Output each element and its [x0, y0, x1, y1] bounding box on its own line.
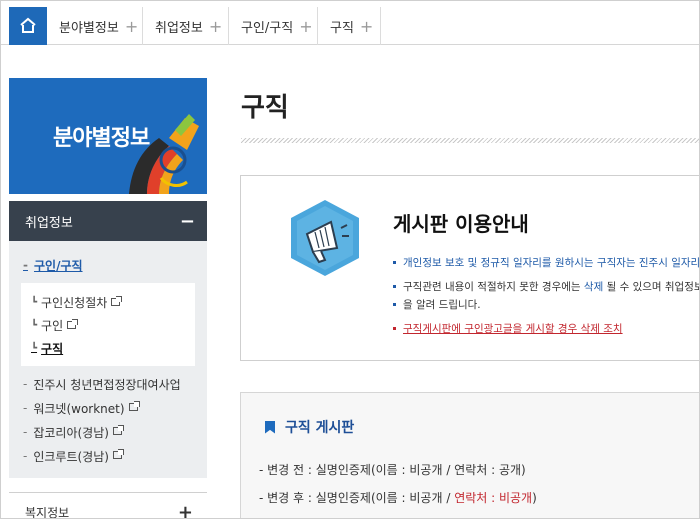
- tab-label: 구인/구직: [241, 20, 294, 36]
- sidebar-item-label: 인크루트(경남): [33, 449, 109, 464]
- guide-bullet-warning: 구직게시판에 구인광고글을 게시할 경우 삭제 조치: [403, 323, 623, 335]
- left-sidebar: 분야별정보 취업정보 − - 구인/구직 ┗ 구인신청절차 ┗ 구인 ┗ 구직 …: [9, 78, 207, 519]
- home-icon: [20, 17, 36, 33]
- expand-icon[interactable]: +: [178, 502, 193, 519]
- sidebar-item-recruit-jobseek[interactable]: - 구인/구직: [9, 253, 207, 277]
- new-window-icon: [112, 425, 124, 435]
- guide-bullet: 구직관련 내용이 적절하지 못한 경우에는 삭제 될 수 있으며 취업정보: [393, 278, 700, 296]
- sidebar-subitem-jobseek[interactable]: ┗ 구직: [21, 337, 195, 360]
- guide-bullet-list: 개인정보 보호 및 정규직 일자리를 원하시는 구직자는 진주시 일자리 구직관…: [393, 254, 700, 338]
- page-title: 구직: [241, 93, 289, 123]
- sidebar-item-incruit[interactable]: - 인크루트(경남): [9, 444, 207, 468]
- sidebar-item-label: 워크넷(worknet): [33, 401, 125, 416]
- sidebar-menu: - 구인/구직 ┗ 구인신청절차 ┗ 구인 ┗ 구직 - 진주시 청년면접정장대…: [9, 241, 207, 478]
- sidebar-section-title: 취업정보: [25, 215, 73, 231]
- guide-bullet-continuation: 을 알려 드립니다.: [393, 296, 699, 314]
- board-change-text: - 변경 후 : 실명인증제(이름 : 비공개 /: [259, 491, 455, 505]
- banner-title: 분야별정보: [53, 126, 150, 151]
- tab-jobseek[interactable]: 구직 +: [318, 7, 381, 45]
- tab-recruit-jobseek[interactable]: 구인/구직 +: [229, 7, 318, 45]
- bookmark-icon: [265, 420, 275, 434]
- megaphone-icon: [291, 200, 359, 276]
- dash-icon: -: [23, 258, 28, 272]
- corner-arrow-icon: ┗: [31, 343, 38, 354]
- sidebar-subitem-recruit-procedure[interactable]: ┗ 구인신청절차: [21, 291, 195, 314]
- guide-bullet-text: 개인정보 보호 및 정규직 일자리를 원하시는 구직자는 진주시 일자리: [403, 257, 700, 269]
- plus-icon[interactable]: +: [209, 17, 222, 36]
- board-guide-box: 게시판 이용안내 개인정보 보호 및 정규직 일자리를 원하시는 구직자는 진주…: [240, 175, 700, 361]
- board-change-highlight: 연락처 : 비공개: [454, 491, 533, 505]
- new-window-icon: [112, 449, 124, 459]
- board-title: 구직 게시판: [285, 420, 355, 436]
- corner-arrow-icon: ┗: [31, 297, 38, 308]
- sidebar-subitem-label: 구인신청절차: [41, 296, 108, 310]
- guide-bullet-highlight: 삭제: [583, 281, 604, 293]
- sidebar-footer-title: 복지정보: [25, 505, 70, 519]
- board-change-before: - 변경 전 : 실명인증제(이름 : 비공개 / 연락처 : 공개): [259, 463, 526, 477]
- guide-bullet: 구직게시판에 구인광고글을 게시할 경우 삭제 조치: [393, 320, 699, 338]
- plus-icon[interactable]: +: [125, 17, 138, 36]
- sidebar-item-jobkorea[interactable]: - 잡코리아(경남): [9, 420, 207, 444]
- sidebar-item-label: 잡코리아(경남): [33, 425, 109, 440]
- sidebar-subitem-recruit[interactable]: ┗ 구인: [21, 314, 195, 337]
- guide-title: 게시판 이용안내: [393, 212, 529, 236]
- dash-icon: -: [23, 377, 28, 391]
- sidebar-submenu: ┗ 구인신청절차 ┗ 구인 ┗ 구직: [21, 283, 195, 366]
- dash-icon: -: [23, 449, 28, 463]
- sidebar-item-welfare[interactable]: 복지정보 +: [9, 492, 207, 519]
- top-navigation: 분야별정보 + 취업정보 + 구인/구직 + 구직 +: [1, 1, 699, 45]
- sidebar-section-header[interactable]: 취업정보 −: [9, 201, 207, 241]
- sidebar-item-interview-suit[interactable]: - 진주시 청년면접정장대여사업: [9, 372, 207, 396]
- tab-label: 취업정보: [155, 20, 203, 36]
- guide-bullet-text: 구직관련 내용이 적절하지 못한 경우에는: [403, 281, 584, 293]
- page-frame: 분야별정보 + 취업정보 + 구인/구직 + 구직 + 분야별정보 취업정보 −…: [0, 0, 700, 519]
- collapse-icon[interactable]: −: [180, 211, 195, 232]
- section-banner: 분야별정보: [9, 78, 207, 194]
- tab-field-info[interactable]: 분야별정보 +: [47, 7, 143, 45]
- sidebar-item-label: 구인/구직: [33, 258, 83, 273]
- sidebar-subitem-label: 구직: [41, 342, 64, 356]
- sidebar-item-worknet[interactable]: - 워크넷(worknet): [9, 396, 207, 420]
- dash-icon: -: [23, 401, 28, 415]
- tab-employment-info[interactable]: 취업정보 +: [143, 7, 229, 45]
- home-button[interactable]: [9, 7, 47, 45]
- jobseek-board-box: 구직 게시판 - 변경 전 : 실명인증제(이름 : 비공개 / 연락처 : 공…: [240, 392, 699, 518]
- new-window-icon: [128, 401, 140, 411]
- plus-icon[interactable]: +: [299, 17, 312, 36]
- sidebar-item-label: 진주시 청년면접정장대여사업: [33, 377, 181, 392]
- board-change-text: ): [532, 491, 537, 505]
- board-header: 구직 게시판: [265, 417, 354, 437]
- plus-icon[interactable]: +: [360, 17, 373, 36]
- tab-label: 분야별정보: [59, 20, 119, 36]
- board-change-after: - 변경 후 : 실명인증제(이름 : 비공개 / 연락처 : 비공개): [259, 489, 537, 506]
- guide-bullet-text: 을 알려 드립니다.: [403, 299, 481, 311]
- guide-bullet: 개인정보 보호 및 정규직 일자리를 원하시는 구직자는 진주시 일자리: [393, 254, 700, 272]
- corner-arrow-icon: ┗: [31, 320, 38, 331]
- guide-bullet-text: 될 수 있으며 취업정보: [603, 281, 700, 293]
- sidebar-subitem-label: 구인: [41, 319, 64, 333]
- dash-icon: -: [23, 425, 28, 439]
- new-window-icon: [111, 295, 123, 306]
- tab-label: 구직: [330, 20, 354, 36]
- new-window-icon: [67, 318, 79, 329]
- title-divider: [241, 138, 699, 143]
